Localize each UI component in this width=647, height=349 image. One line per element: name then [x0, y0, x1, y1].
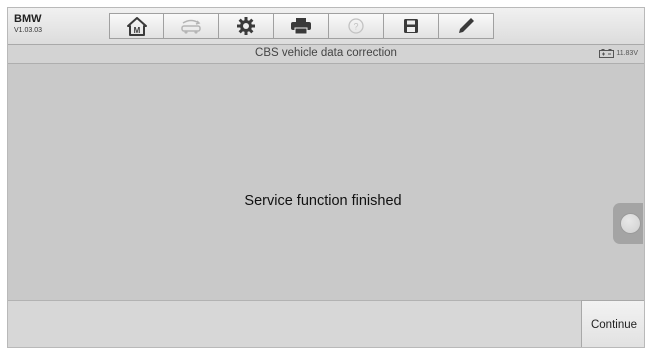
- help-button[interactable]: ?: [329, 13, 384, 39]
- battery-icon: [599, 49, 615, 58]
- home-button[interactable]: M: [109, 13, 164, 39]
- pen-icon: [459, 18, 474, 33]
- gear-icon: [237, 17, 255, 35]
- brand-name: BMW: [14, 13, 42, 25]
- save-icon: [404, 19, 418, 33]
- toolbar-buttons: M ?: [109, 13, 494, 39]
- page-title: CBS vehicle data correction: [255, 47, 397, 59]
- home-icon: M: [126, 16, 147, 36]
- vehicle-swap-icon: [181, 19, 201, 34]
- print-button[interactable]: [274, 13, 329, 39]
- brand: BMW V1.03.03: [14, 13, 42, 36]
- battery-voltage: 11.83V: [616, 50, 638, 57]
- main-content: Service function finished: [8, 64, 644, 300]
- printer-icon: [291, 18, 311, 35]
- vehicle-swap-button[interactable]: [164, 13, 219, 39]
- save-button[interactable]: [384, 13, 439, 39]
- settings-button[interactable]: [219, 13, 274, 39]
- svg-text:M: M: [133, 26, 140, 35]
- top-toolbar: BMW V1.03.03 M ?: [8, 8, 644, 45]
- help-icon: ?: [348, 18, 364, 34]
- floating-assistive-button[interactable]: [613, 203, 643, 244]
- status-message: Service function finished: [244, 193, 402, 209]
- title-bar: CBS vehicle data correction 11.83V: [8, 45, 644, 64]
- footer-bar: Continue: [8, 300, 644, 347]
- svg-text:?: ?: [353, 22, 358, 32]
- circle-icon: [620, 213, 641, 234]
- battery-status: 11.83V: [599, 49, 638, 58]
- edit-button[interactable]: [439, 13, 494, 39]
- app-window: BMW V1.03.03 M ? CBS vehicle data correc…: [7, 7, 645, 348]
- software-version: V1.03.03: [14, 27, 43, 34]
- continue-button[interactable]: Continue: [581, 300, 644, 347]
